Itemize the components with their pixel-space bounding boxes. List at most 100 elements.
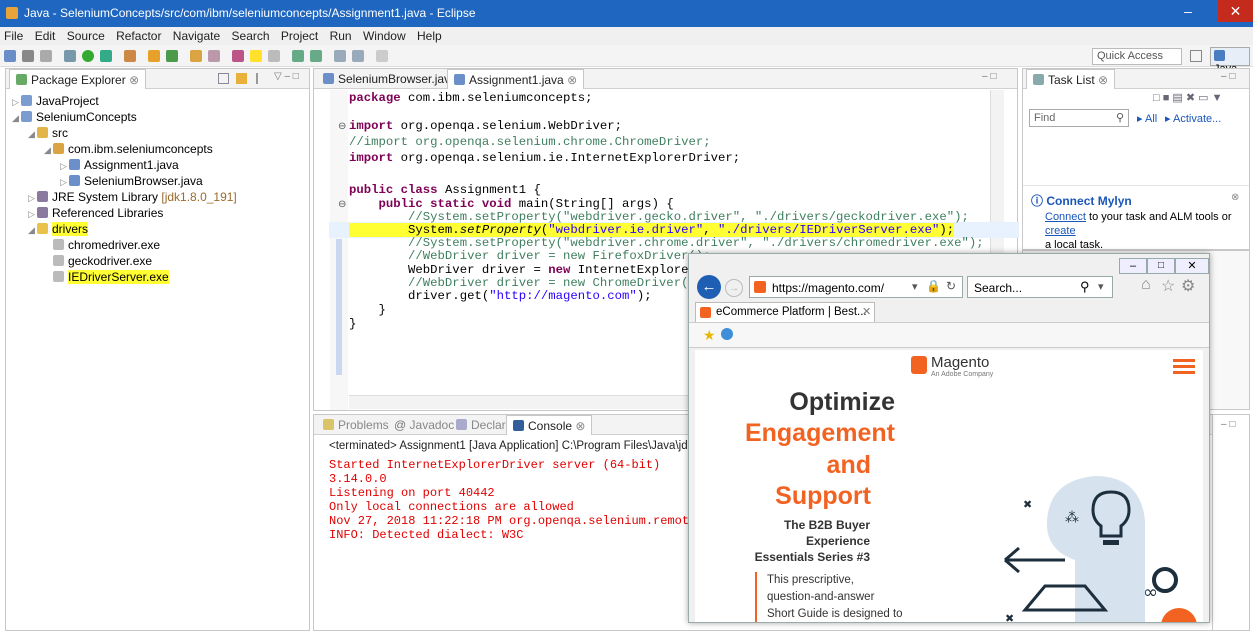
- home-icon[interactable]: ⌂: [1141, 276, 1151, 294]
- magento-logo-icon[interactable]: [911, 356, 927, 374]
- task-find-input[interactable]: Find ⚲: [1029, 109, 1129, 127]
- browser-restore-button[interactable]: □: [1147, 258, 1175, 274]
- minimize-button[interactable]: –: [1170, 0, 1206, 22]
- hamburger-menu-icon[interactable]: [1173, 359, 1195, 362]
- all-filter[interactable]: ▸ All: [1137, 112, 1157, 125]
- add-favorite-icon[interactable]: ★: [703, 327, 716, 344]
- pin-icon[interactable]: [376, 50, 388, 62]
- collapse-icon[interactable]: ◢: [28, 222, 37, 238]
- menu-help[interactable]: Help: [413, 27, 446, 43]
- search-toolbar-icon[interactable]: [208, 50, 220, 62]
- debug-icon[interactable]: [64, 50, 76, 62]
- refresh-icon[interactable]: ↻: [946, 279, 956, 293]
- menu-project[interactable]: Project: [277, 27, 322, 43]
- java-perspective-button[interactable]: Java: [1210, 47, 1250, 75]
- external-tools-icon[interactable]: [124, 50, 136, 62]
- code-line[interactable]: //import org.openqa.selenium.chrome.Chro…: [349, 134, 711, 150]
- address-dropdown-icon[interactable]: ▾: [912, 280, 918, 293]
- close-tab-icon[interactable]: ⊗: [129, 73, 139, 87]
- expand-icon[interactable]: ▷: [12, 94, 21, 110]
- tree-item-seleniumbrowser[interactable]: ▷ SeleniumBrowser.java: [60, 173, 203, 189]
- prev-annotation-icon[interactable]: [310, 50, 322, 62]
- code-line[interactable]: driver.get("http://magento.com");: [349, 288, 652, 304]
- tree-item-jre[interactable]: ▷ JRE System Library [jdk1.8.0_191]: [28, 189, 237, 205]
- tab-problems[interactable]: Problems: [317, 415, 395, 435]
- menu-source[interactable]: Source: [63, 27, 109, 43]
- view-menu-icon[interactable]: [256, 73, 266, 84]
- create-link[interactable]: create: [1045, 225, 1076, 237]
- run-icon[interactable]: [82, 50, 94, 62]
- tab-seleniumbrowser[interactable]: SeleniumBrowser.java: [317, 69, 463, 89]
- tab-close-icon[interactable]: ✕: [862, 305, 871, 318]
- coverage-icon[interactable]: [100, 50, 112, 62]
- menu-edit[interactable]: Edit: [31, 27, 60, 43]
- magento-wordmark[interactable]: Magento: [931, 354, 989, 371]
- search-icon[interactable]: ⚲: [1080, 279, 1090, 295]
- close-icon[interactable]: ⊗: [1231, 192, 1239, 203]
- tree-item-referenced-libraries[interactable]: ▷ Referenced Libraries: [28, 205, 163, 221]
- task-window-controls[interactable]: – □: [1221, 71, 1235, 82]
- code-line[interactable]: package com.ibm.seleniumconcepts;: [349, 90, 593, 106]
- back-arrow-icon[interactable]: ←: [697, 275, 721, 299]
- tree-item-seleniumconcepts[interactable]: ◢ SeleniumConcepts: [12, 109, 137, 125]
- code-line[interactable]: import org.openqa.selenium.ie.InternetEx…: [349, 150, 740, 166]
- activate-link[interactable]: ▸ Activate...: [1165, 112, 1221, 125]
- favorites-star-icon[interactable]: ☆: [1161, 276, 1175, 296]
- browser-minimize-button[interactable]: –: [1119, 258, 1147, 274]
- search-dropdown-icon[interactable]: ▾: [1098, 280, 1104, 293]
- browser-close-button[interactable]: ✕: [1175, 258, 1209, 274]
- collapse-all-icon[interactable]: [218, 73, 229, 84]
- close-tab-icon[interactable]: ⊗: [567, 73, 577, 87]
- expand-icon[interactable]: ▷: [60, 158, 69, 174]
- new-icon[interactable]: [4, 50, 16, 62]
- tab-package-explorer[interactable]: Package Explorer ⊗: [9, 69, 147, 89]
- menu-window[interactable]: Window: [359, 27, 410, 43]
- fold-icon[interactable]: ⊖: [338, 121, 346, 132]
- highlight-icon[interactable]: [250, 50, 262, 62]
- browser-search-input[interactable]: Search... ⚲ ▾: [967, 276, 1113, 298]
- forward-arrow-icon[interactable]: →: [725, 279, 743, 297]
- address-bar[interactable]: https://magento.com/ ▾ 🔒 ↻: [749, 276, 963, 298]
- collapse-icon[interactable]: ◢: [44, 142, 53, 158]
- menu-file[interactable]: File: [0, 27, 27, 43]
- quick-access-input[interactable]: Quick Access: [1092, 48, 1182, 65]
- close-tab-icon[interactable]: ⊗: [1098, 73, 1108, 87]
- collapse-icon[interactable]: ◢: [12, 110, 21, 126]
- save-icon[interactable]: [22, 50, 34, 62]
- fold-icon[interactable]: ⊖: [338, 199, 346, 210]
- tree-item-src[interactable]: ◢ src: [28, 125, 68, 141]
- tree-item-drivers[interactable]: ◢ drivers: [28, 221, 89, 238]
- settings-gear-icon[interactable]: ⚙: [1181, 276, 1195, 296]
- tab-assignment1[interactable]: Assignment1.java ⊗: [447, 69, 585, 89]
- tree-item-geckodriver[interactable]: geckodriver.exe: [53, 253, 152, 269]
- tree-item-iedriverserver[interactable]: IEDriverServer.exe: [53, 269, 169, 285]
- expand-icon[interactable]: ▷: [28, 190, 37, 206]
- close-button[interactable]: ✕: [1218, 0, 1253, 22]
- editor-window-controls[interactable]: – □: [982, 71, 996, 82]
- menu-navigate[interactable]: Navigate: [169, 27, 224, 43]
- toggle-mark-icon[interactable]: [268, 50, 280, 62]
- close-tab-icon[interactable]: ⊗: [575, 419, 585, 433]
- tab-console[interactable]: Console ⊗: [506, 415, 593, 435]
- open-perspective-icon[interactable]: [1190, 50, 1202, 62]
- search-icon[interactable]: ⚲: [1116, 111, 1124, 124]
- menu-search[interactable]: Search: [228, 27, 274, 43]
- annotation-icon[interactable]: [232, 50, 244, 62]
- tree-item-assignment1[interactable]: ▷ Assignment1.java: [60, 157, 179, 173]
- print-icon[interactable]: [40, 50, 52, 62]
- minimize-view-icon[interactable]: ▽ – □: [274, 71, 299, 82]
- open-type-icon[interactable]: [190, 50, 202, 62]
- next-annotation-icon[interactable]: [292, 50, 304, 62]
- tree-item-javaproject[interactable]: ▷ JavaProject: [12, 93, 99, 109]
- new-class-icon[interactable]: [166, 50, 178, 62]
- task-toolbar-icons[interactable]: □ ■ ▤ ✖ ▭ ▼: [1153, 91, 1222, 104]
- new-package-icon[interactable]: [148, 50, 160, 62]
- forward-icon[interactable]: [352, 50, 364, 62]
- expand-icon[interactable]: ▷: [60, 174, 69, 190]
- menu-run[interactable]: Run: [326, 27, 356, 43]
- menu-refactor[interactable]: Refactor: [112, 27, 165, 43]
- suggested-sites-icon[interactable]: [721, 328, 733, 340]
- panel-window-controls[interactable]: – □: [1221, 419, 1235, 430]
- code-line[interactable]: import org.openqa.selenium.WebDriver;: [349, 118, 622, 134]
- expand-icon[interactable]: ▷: [28, 206, 37, 222]
